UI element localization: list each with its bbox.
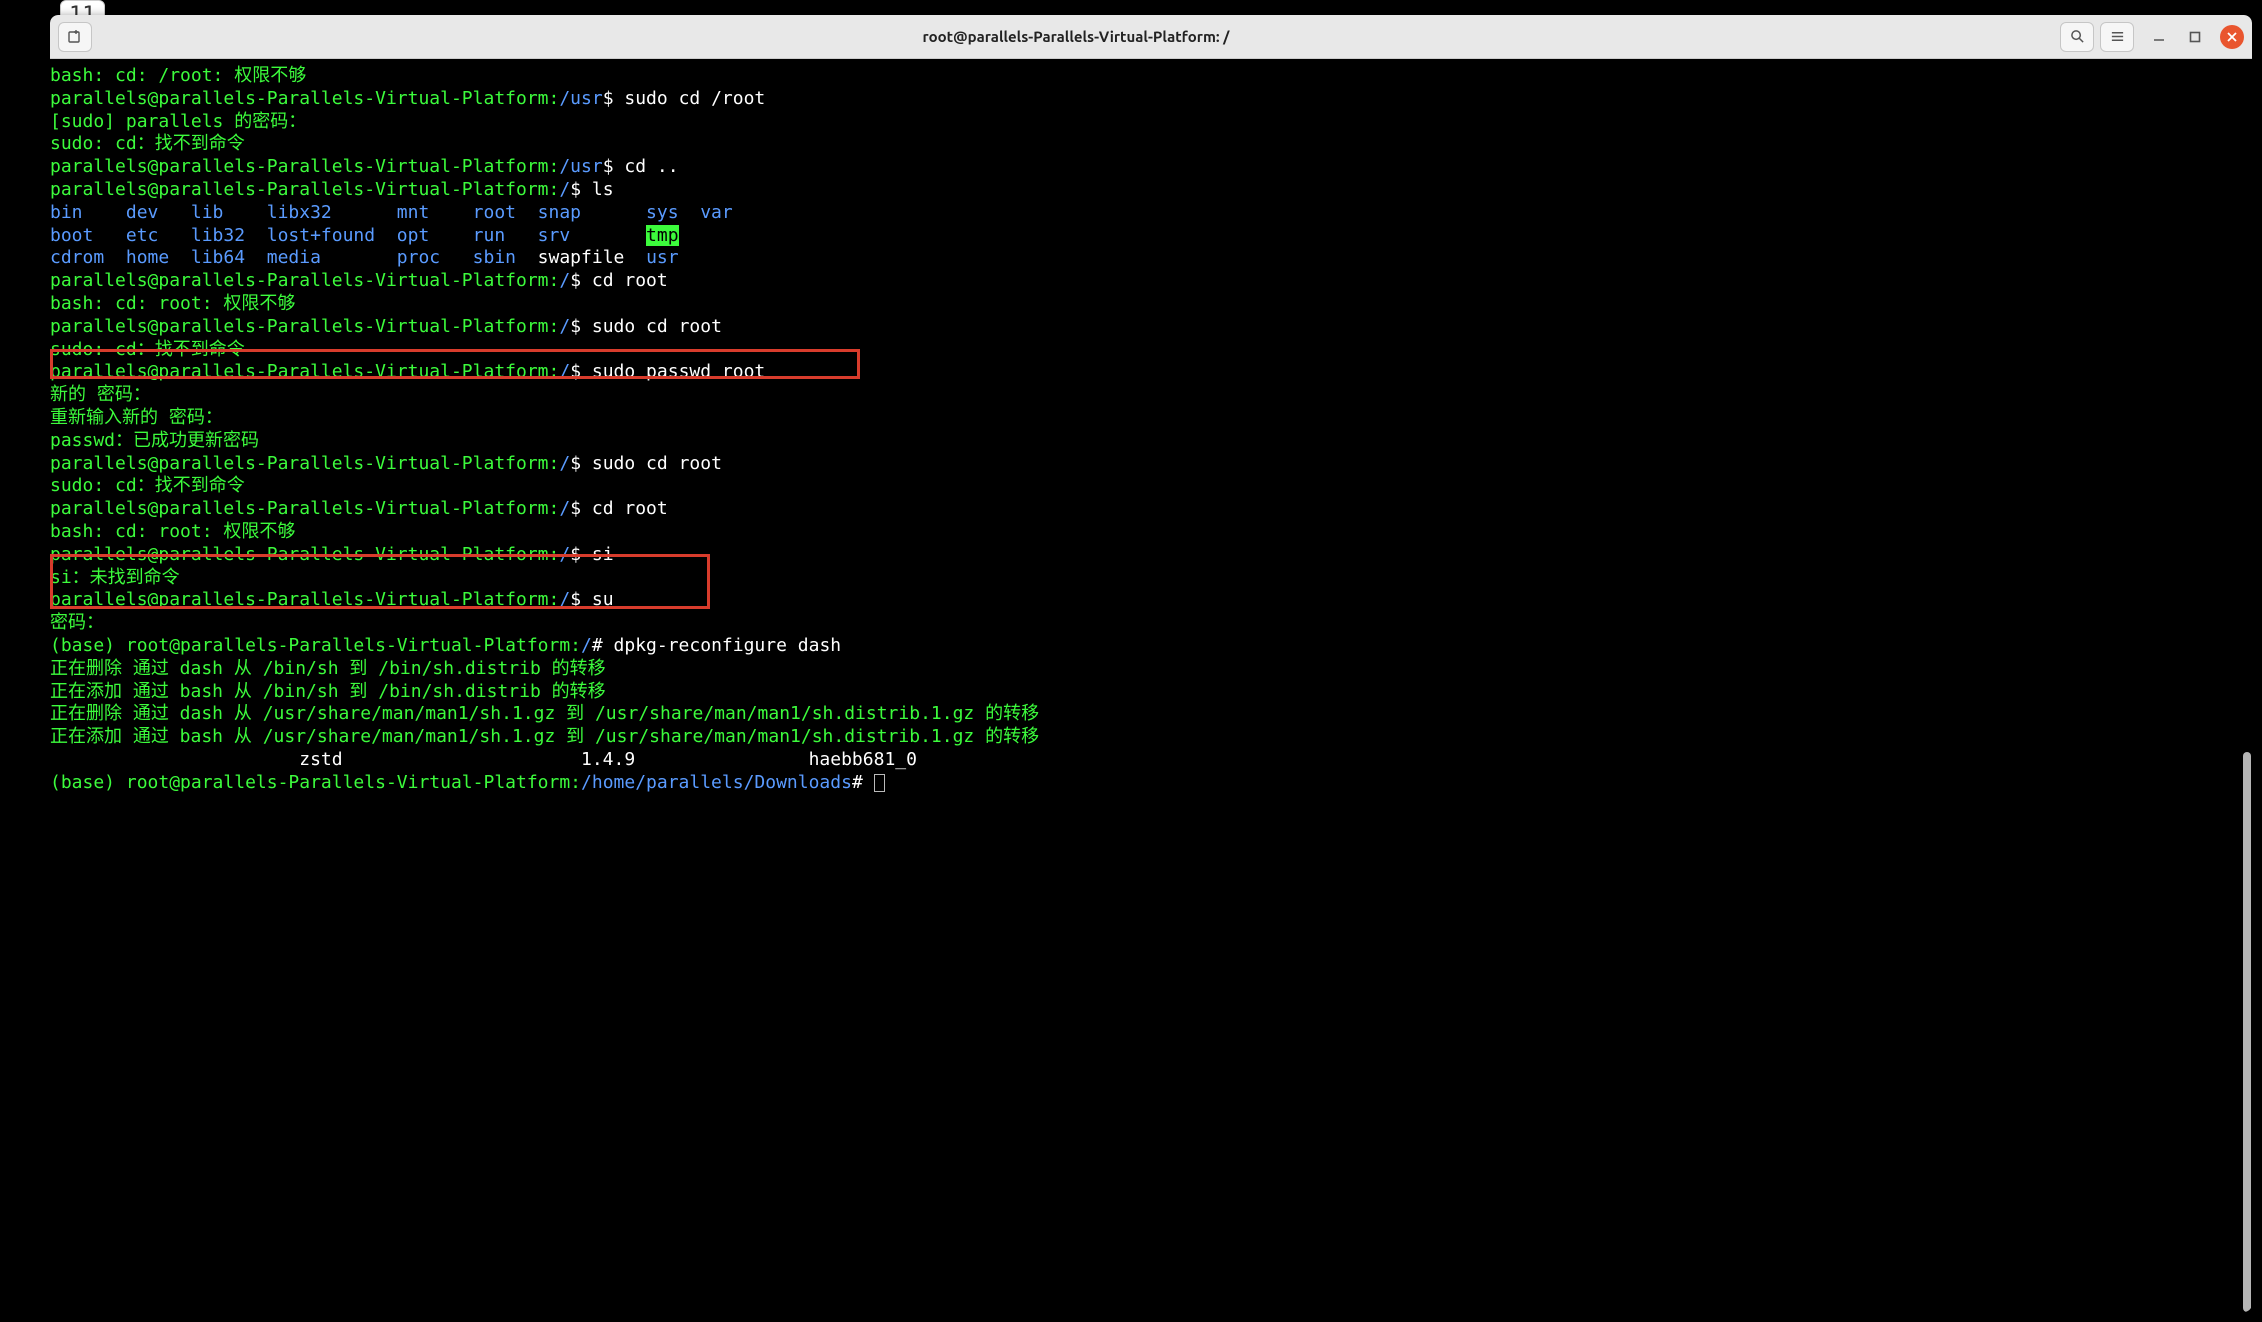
command: dpkg-reconfigure dash: [603, 635, 841, 656]
prompt-dollar: $: [570, 589, 581, 610]
command: sudo cd root: [581, 453, 722, 474]
prompt-user: parallels@parallels-Parallels-Virtual-Pl…: [50, 544, 559, 565]
command: si: [581, 544, 614, 565]
prompt-dollar: $: [603, 88, 614, 109]
command: sudo cd /root: [614, 88, 766, 109]
prompt-hash: #: [592, 635, 603, 656]
window-title: root@parallels-Parallels-Virtual-Platfor…: [92, 28, 2060, 45]
output-line: 重新输入新的 密码：: [50, 407, 223, 428]
output-line: 密码：: [50, 612, 104, 633]
output-line: 正在删除 通过 dash 从 /usr/share/man/man1/sh.1.…: [50, 703, 1039, 724]
prompt-dollar: $: [570, 179, 581, 200]
prompt-dollar: $: [570, 544, 581, 565]
output-line: sudo: cd：找不到命令: [50, 339, 245, 360]
ls-entry: cdrom home lib64 media proc sbin: [50, 247, 538, 268]
terminal-window: root@parallels-Parallels-Virtual-Platfor…: [50, 15, 2252, 1312]
prompt-user: parallels@parallels-Parallels-Virtual-Pl…: [50, 589, 559, 610]
prompt-dollar: $: [570, 270, 581, 291]
prompt-user: parallels@parallels-Parallels-Virtual-Pl…: [50, 156, 559, 177]
prompt-path: /home/parallels/Downloads: [581, 772, 852, 793]
prompt-dollar: $: [570, 453, 581, 474]
new-tab-button[interactable]: [58, 22, 92, 52]
output-line: bash: cd: root: 权限不够: [50, 293, 295, 314]
output-line: sudo: cd：找不到命令: [50, 133, 245, 154]
output-line: 正在删除 通过 dash 从 /bin/sh 到 /bin/sh.distrib…: [50, 658, 606, 679]
cursor: [874, 774, 885, 792]
scrollbar-thumb[interactable]: [2243, 752, 2251, 1312]
command: [863, 772, 874, 793]
command: sudo cd root: [581, 316, 722, 337]
prompt-user: parallels@parallels-Parallels-Virtual-Pl…: [50, 498, 559, 519]
prompt-path: /: [559, 361, 570, 382]
prompt-user: parallels@parallels-Parallels-Virtual-Pl…: [50, 88, 559, 109]
output-line: 正在添加 通过 bash 从 /usr/share/man/man1/sh.1.…: [50, 726, 1039, 747]
prompt-user: parallels@parallels-Parallels-Virtual-Pl…: [50, 453, 559, 474]
search-button[interactable]: [2060, 22, 2094, 52]
prompt-user: parallels@parallels-Parallels-Virtual-Pl…: [50, 179, 559, 200]
command: cd root: [581, 270, 668, 291]
ls-entry: usr: [646, 247, 679, 268]
command: su: [581, 589, 614, 610]
minimize-icon: [2153, 31, 2165, 43]
close-icon: [2227, 32, 2237, 42]
prompt-path: /usr: [559, 156, 602, 177]
prompt-path: /: [559, 179, 570, 200]
prompt-dollar: $: [570, 316, 581, 337]
titlebar: root@parallels-Parallels-Virtual-Platfor…: [50, 15, 2252, 59]
prompt-path: /: [581, 635, 592, 656]
prompt-path: /: [559, 270, 570, 291]
search-icon: [2070, 29, 2085, 44]
output-line: passwd：已成功更新密码: [50, 430, 259, 451]
maximize-button[interactable]: [2184, 26, 2206, 48]
scrollbar[interactable]: [2242, 59, 2252, 1312]
ls-entry: var: [679, 202, 733, 223]
prompt-root: (base) root@parallels-Parallels-Virtual-…: [50, 635, 581, 656]
command: cd ..: [614, 156, 679, 177]
new-tab-icon: [67, 29, 83, 45]
output-line: bash: cd: /root: 权限不够: [50, 65, 306, 86]
prompt-path: /: [559, 453, 570, 474]
ls-entry: [624, 247, 646, 268]
prompt-dollar: $: [603, 156, 614, 177]
ls-entry: sys: [646, 202, 679, 223]
prompt-dollar: $: [570, 498, 581, 519]
prompt-path: /: [559, 544, 570, 565]
prompt-user: parallels@parallels-Parallels-Virtual-Pl…: [50, 270, 559, 291]
prompt-hash: #: [852, 772, 863, 793]
output-line: [sudo] parallels 的密码：: [50, 111, 306, 132]
prompt-user: parallels@parallels-Parallels-Virtual-Pl…: [50, 361, 559, 382]
maximize-icon: [2189, 31, 2201, 43]
output-line: bash: cd: root: 权限不够: [50, 521, 295, 542]
prompt-path: /: [559, 316, 570, 337]
ls-entry: boot etc lib32 lost+found opt run srv: [50, 225, 646, 246]
close-button[interactable]: [2220, 25, 2244, 49]
terminal-body[interactable]: bash: cd: /root: 权限不够 parallels@parallel…: [50, 59, 2252, 1312]
output-line: 新的 密码：: [50, 384, 151, 405]
prompt-user: parallels@parallels-Parallels-Virtual-Pl…: [50, 316, 559, 337]
output-line: zstd 1.4.9 haebb681_0: [50, 749, 917, 770]
prompt-path: /usr: [559, 88, 602, 109]
prompt-root: (base) root@parallels-Parallels-Virtual-…: [50, 772, 581, 793]
output-line: 正在添加 通过 bash 从 /bin/sh 到 /bin/sh.distrib…: [50, 681, 606, 702]
ls-entry-tmp: tmp: [646, 225, 679, 246]
command: sudo passwd root: [581, 361, 765, 382]
terminal-content: bash: cd: /root: 权限不够 parallels@parallel…: [50, 59, 2252, 1312]
minimize-button[interactable]: [2148, 26, 2170, 48]
command: cd root: [581, 498, 668, 519]
output-line: sudo: cd：找不到命令: [50, 475, 245, 496]
prompt-path: /: [559, 498, 570, 519]
menu-icon: [2110, 29, 2125, 44]
menu-button[interactable]: [2100, 22, 2134, 52]
prompt-path: /: [559, 589, 570, 610]
prompt-dollar: $: [570, 361, 581, 382]
command: ls: [581, 179, 614, 200]
output-line: si：未找到命令: [50, 567, 180, 588]
ls-entry: bin dev lib libx32 mnt root snap: [50, 202, 646, 223]
ls-entry: swapfile: [538, 247, 625, 268]
